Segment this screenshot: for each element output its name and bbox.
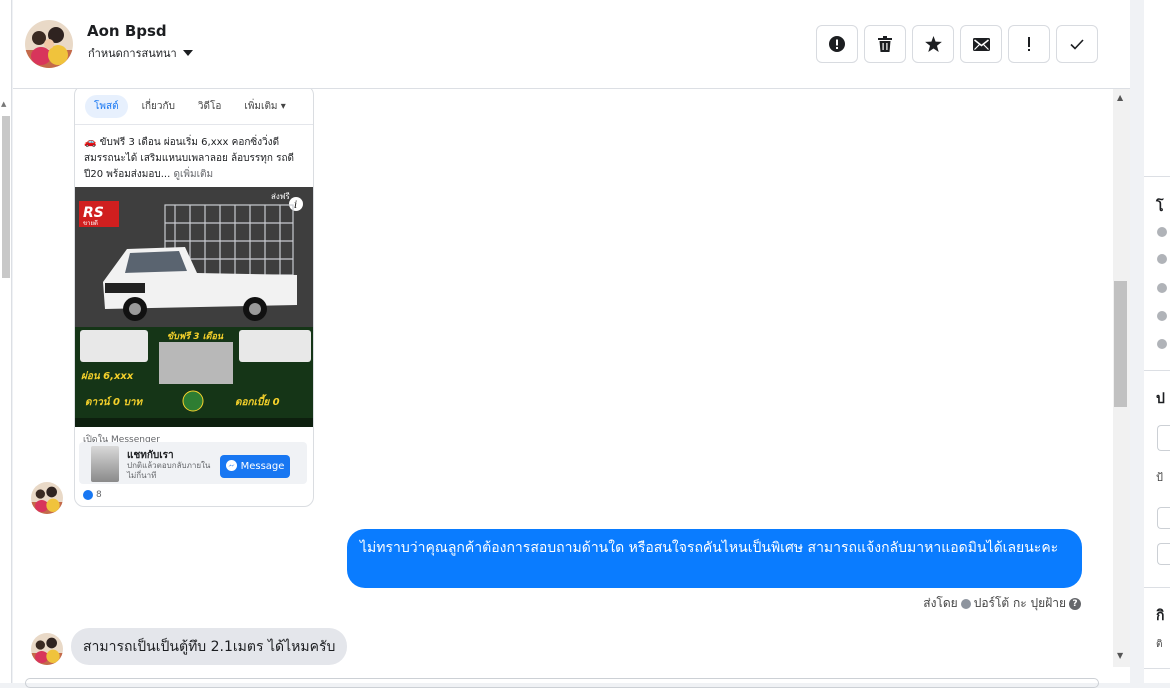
mark-important-button[interactable] [1008, 25, 1050, 63]
panel-section-heading: โ [1156, 199, 1164, 215]
ad-image[interactable]: ส่งฟรี i RS ขายดี ขับฟรี 3 เดือน ผ่อน 6,… [75, 187, 314, 427]
location-pin-icon [1157, 311, 1167, 321]
ad-badge: ส่งฟรี [271, 192, 290, 201]
exclamation-icon [1026, 36, 1032, 52]
contact-avatar-small[interactable] [31, 482, 63, 514]
post-caption-line: ปี20 พร้อมส่งมอบ... ดูเพิ่มเติม [84, 167, 306, 183]
label-chip[interactable] [1157, 425, 1170, 451]
cta-subtitle: ปกติแล้วตอบกลับภายใน ไม่กี่นาที [127, 461, 211, 480]
contact-details-panel: โ ป ป้ กิ ติ [1130, 0, 1170, 683]
tab-about[interactable]: เกี่ยวกับ [133, 95, 184, 118]
left-scrollbar[interactable]: ▲ [0, 0, 12, 683]
ad-interest: ดอกเบี้ย 0 [235, 394, 280, 408]
post-caption-line: 🚗 ขับฟรี 3 เดือน ผ่อนเริ่ม 6,xxx คอกซิ่ง… [84, 137, 280, 148]
reply-input[interactable] [25, 678, 1099, 688]
conversation-header: Aon Bpsd กำหนดการสนทนา [13, 0, 1130, 89]
star-button[interactable] [912, 25, 954, 63]
caret-down-icon [182, 50, 193, 56]
like-icon [83, 490, 93, 500]
conversation-settings-label: กำหนดการสนทนา [88, 47, 177, 60]
panel-divider [1144, 587, 1170, 588]
conversation-pane: Aon Bpsd กำหนดการสนทนา โพสต์ เกี่ยวกับ ว… [13, 0, 1130, 683]
composer [13, 677, 1130, 688]
help-icon[interactable]: ? [1069, 597, 1081, 610]
reaction-row: 8 [83, 490, 102, 500]
check-icon [1070, 38, 1084, 50]
panel-input[interactable] [1157, 507, 1170, 529]
star-icon [924, 36, 942, 52]
card-divider [75, 124, 313, 125]
like-count: 8 [96, 490, 102, 500]
mark-unread-button[interactable] [960, 25, 1002, 63]
sent-by-prefix: ส่งโดย [923, 596, 958, 610]
message-button-label: Message [240, 461, 285, 472]
envelope-icon [972, 37, 990, 51]
thread-scrollbar-thumb[interactable] [1114, 281, 1127, 407]
cta-thumbnail [91, 446, 119, 482]
ad-brand-sub: ขายดี [83, 219, 98, 227]
scroll-down-arrow-icon[interactable]: ▼ [1117, 651, 1123, 660]
message-button[interactable]: Message [220, 455, 290, 478]
panel-divider [1144, 370, 1170, 371]
svg-text:i: i [294, 200, 297, 211]
tab-more[interactable]: เพิ่มเติม ▾ [235, 95, 294, 118]
panel-sub-label: ป้ [1156, 471, 1163, 484]
conversation-settings-dropdown[interactable]: กำหนดการสนทนา [88, 44, 193, 62]
tab-posts[interactable]: โพสต์ [85, 94, 128, 118]
post-caption-line: สมรรถนะได้ เสริมแหนบเพลาลอย ล้อบรรทุก รถ… [84, 153, 294, 164]
scroll-up-arrow-icon[interactable]: ▲ [1117, 93, 1123, 102]
thread-scrollbar[interactable]: ▲ ▼ [1113, 89, 1130, 667]
sent-by-line: ส่งโดย ปอร์โต้ กะ ปุยฝ้าย ? [923, 594, 1081, 613]
tab-videos[interactable]: วิดีโอ [189, 95, 231, 118]
contact-avatar-small[interactable] [31, 633, 63, 665]
delete-button[interactable] [864, 25, 906, 63]
panel-section-heading: กิ [1156, 608, 1165, 624]
outgoing-message-bubble[interactable]: ไม่ทราบว่าคุณลูกค้าต้องการสอบถามด้านใด ห… [347, 529, 1082, 588]
ad-free-months: ขับฟรี 3 เดือน [167, 331, 224, 342]
panel-sub-label: ติ [1156, 639, 1163, 650]
mark-done-button[interactable] [1056, 25, 1098, 63]
mark-spam-button[interactable] [816, 25, 858, 63]
graduation-cap-icon [1157, 283, 1167, 293]
post-caption: 🚗 ขับฟรี 3 เดือน ผ่อนเริ่ม 6,xxx คอกซิ่ง… [84, 135, 306, 183]
contact-avatar[interactable] [25, 20, 73, 68]
sender-name: ปอร์โต้ กะ ปุยฝ้าย [973, 596, 1066, 610]
inbox-app: ▲ Aon Bpsd กำหนดการสนทนา โพสต์ เกี่ยวกับ… [0, 0, 1170, 688]
message-thread[interactable]: โพสต์ เกี่ยวกับ วิดีโอ เพิ่มเติม ▾ 🚗 ขับ… [13, 89, 1113, 667]
ad-down-payment: ดาวน์ 0 บาท [85, 396, 143, 408]
conversation-toolbar [816, 25, 1098, 63]
contact-name[interactable]: Aon Bpsd [87, 22, 167, 40]
messenger-icon [225, 459, 237, 474]
shared-post-card[interactable]: โพสต์ เกี่ยวกับ วิดีโอ เพิ่มเติม ▾ 🚗 ขับ… [74, 89, 314, 507]
panel-section-heading: ป [1156, 391, 1165, 407]
exclamation-circle-icon [829, 36, 845, 52]
page-tabs: โพสต์ เกี่ยวกับ วิดีโอ เพิ่มเติม ▾ [75, 94, 313, 118]
trash-icon [878, 36, 892, 52]
ad-brand: RS [83, 205, 104, 221]
tab-more-label: เพิ่มเติม [244, 100, 278, 112]
briefcase-icon [1157, 254, 1167, 264]
scroll-up-arrow-icon[interactable]: ▲ [1, 100, 6, 108]
location-pin-icon [1157, 339, 1167, 349]
incoming-message-bubble[interactable]: สามารถเป็นเป็นตู้ทึบ 2.1เมตร ได้ไหมครับ [71, 628, 348, 665]
post-caption-line-3: ปี20 พร้อมส่งมอบ... [84, 169, 171, 180]
panel-gutter [1130, 0, 1144, 683]
ad-installment: ผ่อน 6,xxx [81, 371, 134, 382]
panel-input[interactable] [1157, 543, 1170, 565]
panel-divider [1144, 176, 1170, 177]
sender-profile-icon [960, 598, 971, 609]
left-scrollbar-thumb[interactable] [2, 116, 10, 278]
panel-divider [1144, 668, 1170, 669]
see-more-link[interactable]: ดูเพิ่มเติม [173, 169, 213, 180]
clock-icon [1157, 227, 1167, 237]
